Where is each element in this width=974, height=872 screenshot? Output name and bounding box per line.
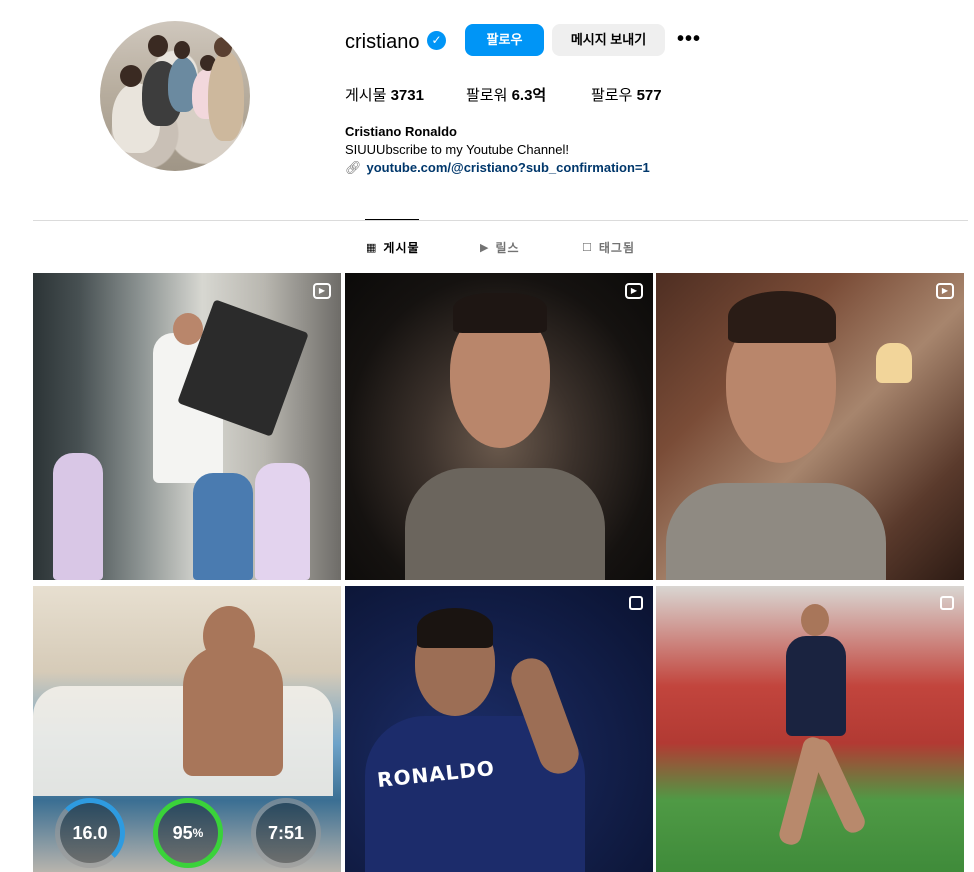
follow-button[interactable]: 팔로우 — [465, 24, 544, 56]
following-count[interactable]: 팔로우 577 — [591, 84, 662, 105]
following-count-label: 팔로우 — [591, 87, 633, 104]
post-tile[interactable]: ▶ — [33, 273, 341, 580]
post-figure-hair — [417, 608, 493, 648]
followers-count[interactable]: 팔로워 6.3억 — [466, 84, 546, 105]
posts-count-label: 게시물 — [345, 87, 387, 104]
post-figure-leg — [805, 736, 869, 836]
fitness-ring-recovery: 95% — [153, 798, 223, 868]
tab-tagged[interactable]: ☐ 태그됨 — [582, 239, 635, 256]
active-tab-indicator — [365, 219, 419, 220]
tab-reels-label: 릴스 — [495, 241, 520, 255]
post-figure — [405, 468, 605, 580]
fitness-ring-strain: 16.0 — [55, 798, 125, 868]
post-figure-hair — [453, 293, 547, 333]
post-figure-hair — [728, 291, 836, 343]
post-tile[interactable]: ▶ — [345, 273, 653, 580]
more-options-icon[interactable]: ••• — [677, 28, 701, 51]
fitness-ring-recovery-value: 95 — [172, 822, 193, 843]
followers-count-label: 팔로워 — [466, 87, 508, 104]
carousel-icon — [629, 596, 643, 610]
profile-full-name: Cristiano Ronaldo — [345, 124, 457, 139]
verified-badge-icon: ✓ — [427, 31, 446, 50]
posts-count: 게시물 3731 — [345, 84, 424, 105]
post-tile[interactable]: RONALDO — [345, 586, 653, 872]
carousel-icon — [940, 596, 954, 610]
following-count-value: 577 — [636, 87, 662, 104]
post-figure — [666, 483, 886, 580]
tab-tagged-label: 태그됨 — [598, 241, 635, 255]
post-figure-head — [173, 313, 203, 345]
followers-count-value: 6.3억 — [511, 87, 547, 104]
profile-link[interactable]: 🔗︎ youtube.com/@cristiano?sub_confirmatio… — [345, 160, 650, 176]
reel-icon: ▶ — [313, 283, 331, 299]
post-tile[interactable]: 16.0 95% 7:51 — [33, 586, 341, 872]
post-figure-head — [801, 604, 829, 636]
grid-icon: ▦ — [366, 242, 378, 254]
profile-username: cristiano — [345, 31, 420, 53]
posts-count-value: 3731 — [390, 87, 424, 104]
profile-link-text[interactable]: youtube.com/@cristiano?sub_confirmation=… — [367, 160, 650, 175]
profile-avatar[interactable] — [100, 21, 250, 171]
post-tile[interactable] — [656, 586, 964, 872]
fitness-ring-sleep: 7:51 — [251, 798, 321, 868]
post-figure-head — [203, 606, 255, 666]
post-lamp — [876, 343, 912, 383]
reel-icon: ▶ — [936, 283, 954, 299]
post-child — [255, 463, 310, 580]
tab-reels[interactable]: ▶ 릴스 — [480, 239, 520, 256]
post-child — [193, 473, 253, 580]
post-tile[interactable]: ▶ — [656, 273, 964, 580]
tab-posts-label: 게시물 — [383, 241, 420, 255]
tabs-divider — [33, 220, 968, 221]
fitness-ring-recovery-unit: % — [192, 826, 204, 840]
link-icon: 🔗︎ — [345, 160, 362, 175]
post-child — [53, 453, 103, 580]
reel-icon: ▶ — [625, 283, 643, 299]
message-button[interactable]: 메시지 보내기 — [552, 24, 665, 56]
profile-bio: SIUUUbscribe to my Youtube Channel! — [345, 142, 570, 157]
post-figure — [786, 636, 846, 736]
tagged-icon: ☐ — [582, 242, 593, 254]
reels-icon: ▶ — [480, 242, 490, 254]
tab-posts[interactable]: ▦ 게시물 — [366, 239, 420, 256]
